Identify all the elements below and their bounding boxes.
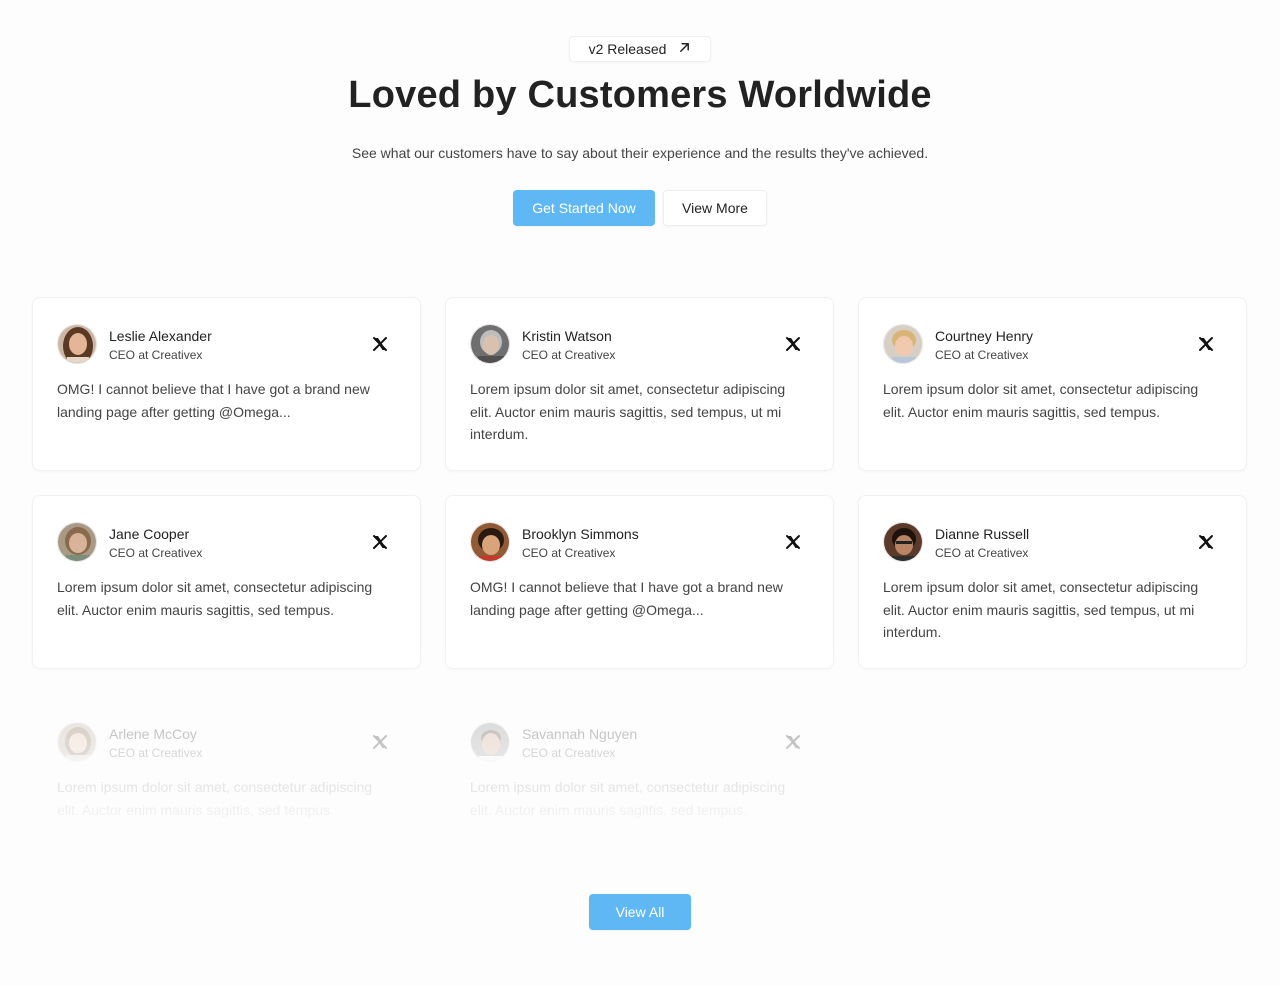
arrow-up-right-icon <box>678 41 691 57</box>
avatar <box>470 324 510 364</box>
avatar <box>470 722 510 762</box>
testimonial-quote: Lorem ipsum dolor sit amet, consectetur … <box>470 381 786 442</box>
x-logo-icon[interactable] <box>1198 336 1214 352</box>
author-name: Brooklyn Simmons <box>522 525 639 542</box>
page-title: Loved by Customers Worldwide <box>348 74 932 116</box>
release-badge-label: v2 Released <box>588 41 667 57</box>
view-all-button[interactable]: View All <box>589 894 691 930</box>
x-logo-icon[interactable] <box>785 534 801 550</box>
author-role: CEO at Creativex <box>109 745 203 760</box>
author-name: Leslie Alexander <box>109 327 212 344</box>
author-role: CEO at Creativex <box>935 347 1029 362</box>
x-logo-icon[interactable] <box>372 336 388 352</box>
x-logo-icon[interactable] <box>785 336 801 352</box>
x-logo-icon[interactable] <box>1198 534 1214 550</box>
testimonial-grid: Leslie Alexander CEO at Creativex OMG! I… <box>32 297 1247 669</box>
view-more-button[interactable]: View More <box>663 190 767 226</box>
page-subtitle: See what our customers have to say about… <box>351 145 929 161</box>
get-started-button[interactable]: Get Started Now <box>513 190 655 226</box>
testimonial-card: Leslie Alexander CEO at Creativex OMG! I… <box>32 297 421 471</box>
testimonial-quote: Lorem ipsum dolor sit amet, consectetur … <box>57 579 373 618</box>
author-role: CEO at Creativex <box>522 545 616 560</box>
avatar <box>883 324 923 364</box>
avatar <box>57 324 97 364</box>
testimonial-quote: Lorem ipsum dolor sit amet, consectetur … <box>883 381 1199 420</box>
testimonial-card: Courtney Henry CEO at Creativex Lorem ip… <box>858 297 1247 471</box>
testimonial-card: Jane Cooper CEO at Creativex Lorem ipsum… <box>32 495 421 669</box>
author-role: CEO at Creativex <box>109 347 203 362</box>
hero-actions: Get Started Now View More <box>0 190 1280 226</box>
testimonial-card: Arlene McCoy CEO at Creativex Lorem ipsu… <box>32 695 421 869</box>
avatar <box>470 522 510 562</box>
release-badge[interactable]: v2 Released <box>569 36 711 62</box>
x-logo-icon[interactable] <box>372 534 388 550</box>
testimonial-quote: OMG! I cannot believe that I have got a … <box>470 579 783 618</box>
x-logo-icon[interactable] <box>785 734 801 750</box>
testimonials-page: v2 Released Loved by Customers Worldwide… <box>0 0 1280 986</box>
testimonial-grid-faded: Arlene McCoy CEO at Creativex Lorem ipsu… <box>32 695 1247 869</box>
avatar <box>57 722 97 762</box>
author-name: Savannah Nguyen <box>522 725 638 742</box>
testimonial-card: Brooklyn Simmons CEO at Creativex OMG! I… <box>445 495 834 669</box>
testimonial-card: Dianne Russell CEO at Creativex Lorem ip… <box>858 495 1247 669</box>
author-name: Arlene McCoy <box>109 725 197 742</box>
footer-actions: View All <box>589 894 691 930</box>
author-role: CEO at Creativex <box>935 545 1029 560</box>
testimonial-quote: Lorem ipsum dolor sit amet, consectetur … <box>57 779 373 818</box>
author-name: Courtney Henry <box>935 327 1034 344</box>
author-name: Kristin Watson <box>522 327 612 344</box>
author-role: CEO at Creativex <box>522 745 616 760</box>
author-name: Jane Cooper <box>109 525 190 542</box>
testimonial-quote: Lorem ipsum dolor sit amet, consectetur … <box>883 579 1199 640</box>
avatar <box>57 522 97 562</box>
testimonial-card: Savannah Nguyen CEO at Creativex Lorem i… <box>445 695 834 869</box>
author-name: Dianne Russell <box>935 525 1030 542</box>
author-role: CEO at Creativex <box>522 347 616 362</box>
avatar <box>883 522 923 562</box>
x-logo-icon[interactable] <box>372 734 388 750</box>
testimonial-quote: OMG! I cannot believe that I have got a … <box>57 381 370 420</box>
testimonial-quote: Lorem ipsum dolor sit amet, consectetur … <box>470 779 786 818</box>
testimonial-card: Kristin Watson CEO at Creativex Lorem ip… <box>445 297 834 471</box>
author-role: CEO at Creativex <box>109 545 203 560</box>
